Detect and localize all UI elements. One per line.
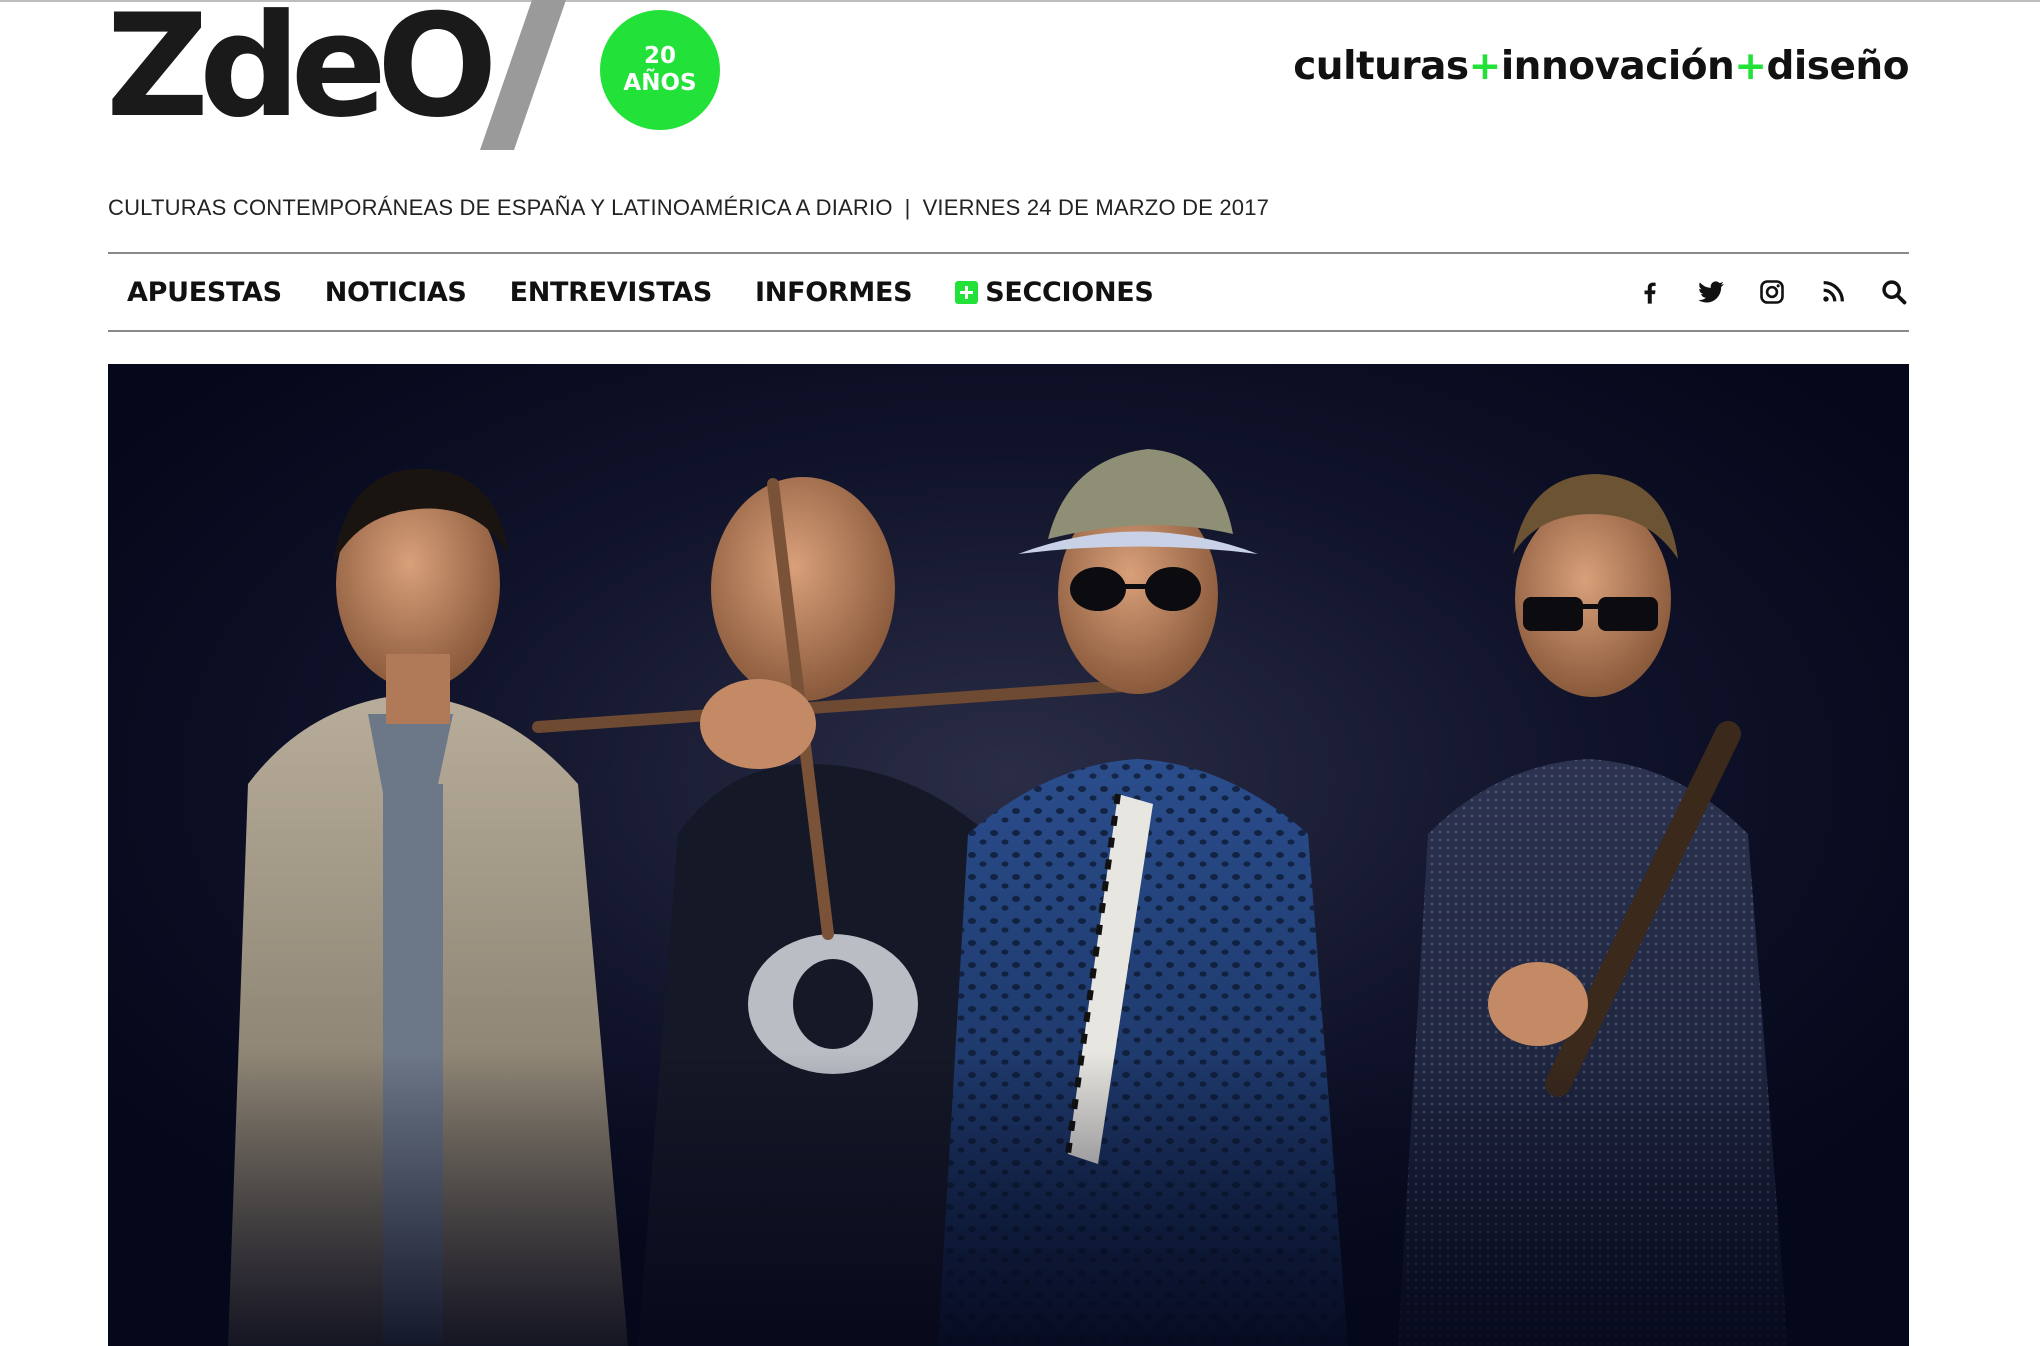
subheader-separator: |: [904, 195, 911, 220]
nav-item-noticias[interactable]: NOTICIAS: [325, 277, 467, 308]
site-tagline: culturas+innovación+diseño: [1293, 44, 1909, 89]
facebook-icon[interactable]: [1635, 277, 1665, 307]
plus-icon: [955, 280, 979, 304]
social-links: [1604, 254, 1909, 330]
anniversary-number: 20: [643, 43, 676, 69]
nav-item-entrevistas[interactable]: ENTREVISTAS: [510, 277, 713, 308]
nav-item-informes[interactable]: INFORMES: [755, 277, 912, 308]
anniversary-word: AÑOS: [623, 70, 697, 96]
band-photo: [108, 364, 1909, 1346]
nav-bottom-rule: [108, 330, 1909, 332]
site-logo[interactable]: ZdeO: [106, 0, 498, 138]
rss-icon[interactable]: [1818, 277, 1848, 307]
hero-image[interactable]: [108, 364, 1909, 1346]
nav-item-secciones[interactable]: SECCIONES: [955, 277, 1154, 308]
site-description: CULTURAS CONTEMPORÁNEAS DE ESPAÑA Y LATI…: [108, 195, 893, 220]
nav-item-apuestas[interactable]: APUESTAS: [127, 277, 282, 308]
anniversary-badge: 20 AÑOS: [600, 10, 720, 130]
logo-slash: [480, 0, 566, 150]
instagram-icon[interactable]: [1757, 277, 1787, 307]
current-date: VIERNES 24 DE MARZO DE 2017: [922, 195, 1270, 220]
twitter-icon[interactable]: [1696, 277, 1726, 307]
search-icon[interactable]: [1879, 277, 1909, 307]
site-subheader: CULTURAS CONTEMPORÁNEAS DE ESPAÑA Y LATI…: [108, 195, 1269, 221]
